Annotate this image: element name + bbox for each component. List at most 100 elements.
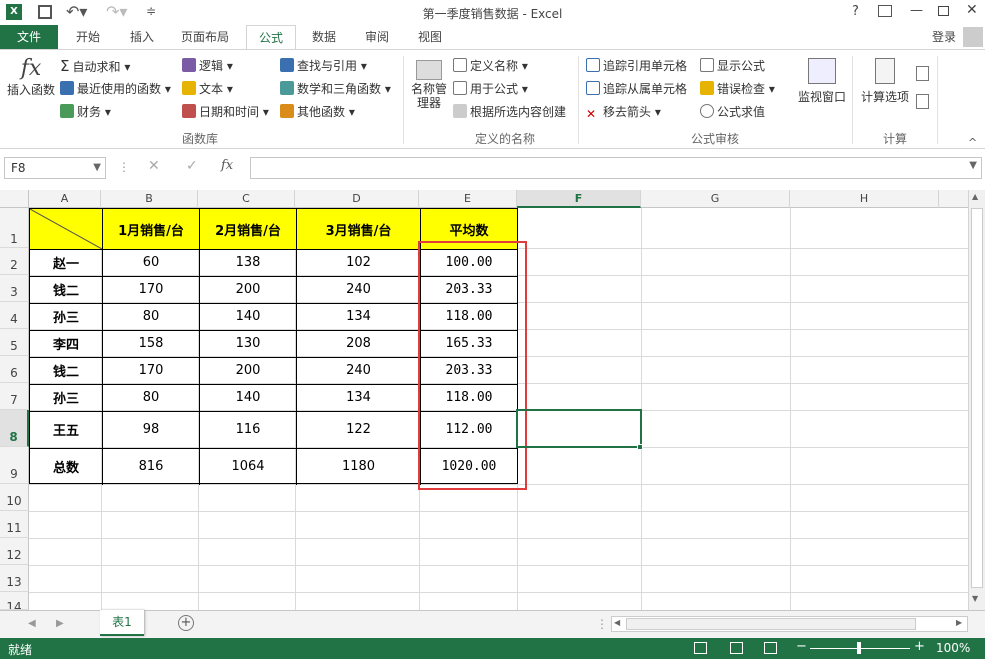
- tab-view[interactable]: 视图: [408, 25, 452, 49]
- sheet-prev-icon[interactable]: ◀: [28, 618, 36, 629]
- column-header[interactable]: H: [790, 190, 939, 208]
- sheet-next-icon[interactable]: ▶: [56, 618, 64, 629]
- table-cell[interactable]: 140: [199, 384, 296, 411]
- tab-data[interactable]: 数据: [302, 25, 346, 49]
- more-functions-button[interactable]: 其他函数 ▾: [280, 102, 355, 122]
- page-break-view-icon[interactable]: [764, 642, 777, 654]
- add-sheet-icon[interactable]: +: [178, 615, 194, 631]
- horizontal-scrollbar[interactable]: ◀ ▶: [611, 616, 968, 632]
- row-header[interactable]: 3: [0, 275, 29, 302]
- sheet-tab-active[interactable]: 表1: [100, 610, 144, 636]
- row-header[interactable]: 12: [0, 538, 29, 565]
- column-header[interactable]: D: [295, 190, 419, 208]
- remove-arrows-button[interactable]: ✕ 移去箭头 ▾: [586, 102, 661, 122]
- row-header[interactable]: 13: [0, 565, 29, 592]
- math-button[interactable]: 数学和三角函数 ▾: [280, 79, 391, 99]
- row-label-cell[interactable]: 孙三: [30, 303, 102, 330]
- row-header[interactable]: 6: [0, 356, 29, 383]
- row-header[interactable]: 7: [0, 383, 29, 410]
- table-header-cell[interactable]: 1月销售/台: [102, 209, 199, 249]
- trace-precedents-button[interactable]: 追踪引用单元格: [586, 56, 687, 76]
- tab-formulas[interactable]: 公式: [246, 25, 296, 50]
- column-header[interactable]: G: [641, 190, 790, 208]
- minimize-icon[interactable]: —: [910, 3, 923, 18]
- chevron-down-icon[interactable]: ▼: [93, 158, 101, 178]
- h-scroll-thumb[interactable]: [626, 618, 916, 630]
- autosum-button[interactable]: Σ 自动求和 ▾: [60, 56, 130, 76]
- zoom-out-icon[interactable]: −: [796, 639, 807, 654]
- table-cell[interactable]: 240: [296, 357, 420, 384]
- fill-handle[interactable]: [637, 444, 643, 450]
- table-cell[interactable]: 130: [199, 330, 296, 357]
- calculate-now-icon[interactable]: [916, 66, 929, 81]
- name-box[interactable]: F8 ▼: [4, 157, 106, 179]
- table-cell[interactable]: 140: [199, 303, 296, 330]
- evaluate-formula-button[interactable]: 公式求值: [700, 102, 765, 122]
- table-cell[interactable]: 60: [102, 249, 199, 276]
- table-cell[interactable]: 98: [102, 411, 199, 448]
- enter-icon[interactable]: ✓: [186, 158, 198, 174]
- tab-file[interactable]: 文件: [0, 25, 58, 49]
- text-button[interactable]: 文本 ▾: [182, 79, 233, 99]
- datetime-button[interactable]: 日期和时间 ▾: [182, 102, 269, 122]
- page-layout-view-icon[interactable]: [730, 642, 743, 654]
- insert-function-icon[interactable]: fx: [221, 158, 233, 173]
- normal-view-icon[interactable]: [694, 642, 707, 654]
- lookup-button[interactable]: 查找与引用 ▾: [280, 56, 367, 76]
- table-cell[interactable]: 158: [102, 330, 199, 357]
- table-cell[interactable]: 170: [102, 357, 199, 384]
- column-header[interactable]: A: [29, 190, 101, 208]
- tab-insert[interactable]: 插入: [120, 25, 164, 49]
- table-cell[interactable]: 200: [199, 357, 296, 384]
- collapse-ribbon-icon[interactable]: ^: [968, 136, 977, 149]
- tab-home[interactable]: 开始: [66, 25, 110, 49]
- table-cell[interactable]: 170: [102, 276, 199, 303]
- table-cell[interactable]: 1180: [296, 448, 420, 485]
- row-header-selected[interactable]: 8: [0, 410, 29, 447]
- formula-input[interactable]: ▼: [250, 157, 982, 179]
- expand-formula-icon[interactable]: ▼: [969, 160, 977, 171]
- row-label-cell[interactable]: 李四: [30, 330, 102, 357]
- zoom-in-icon[interactable]: +: [914, 639, 925, 654]
- row-header[interactable]: 9: [0, 447, 29, 484]
- table-cell[interactable]: 80: [102, 384, 199, 411]
- zoom-level[interactable]: 100%: [936, 641, 970, 655]
- zoom-slider-thumb[interactable]: [857, 642, 861, 654]
- save-icon[interactable]: [38, 5, 52, 19]
- selected-cell[interactable]: [516, 409, 642, 448]
- row-label-cell[interactable]: 总数: [30, 448, 102, 485]
- financial-button[interactable]: 财务 ▾: [60, 102, 111, 122]
- row-label-cell[interactable]: 钱二: [30, 276, 102, 303]
- row-label-cell[interactable]: 赵一: [30, 249, 102, 276]
- column-header[interactable]: E: [419, 190, 517, 208]
- scroll-thumb[interactable]: [971, 208, 983, 588]
- error-checking-button[interactable]: 错误检查 ▾: [700, 79, 775, 99]
- table-cell[interactable]: 80: [102, 303, 199, 330]
- scroll-up-icon[interactable]: ▲: [972, 192, 978, 201]
- row-header[interactable]: 2: [0, 248, 29, 275]
- row-header[interactable]: 14: [0, 592, 29, 610]
- scroll-left-icon[interactable]: ◀: [614, 618, 620, 627]
- calculate-sheet-icon[interactable]: [916, 94, 929, 109]
- vertical-scrollbar[interactable]: ▲ ▼: [968, 190, 985, 610]
- close-icon[interactable]: ✕: [966, 2, 978, 18]
- logical-button[interactable]: 逻辑 ▾: [182, 56, 233, 76]
- table-cell[interactable]: 102: [296, 249, 420, 276]
- column-header-selected[interactable]: F: [517, 190, 641, 208]
- table-cell[interactable]: 116: [199, 411, 296, 448]
- insert-function-button[interactable]: fx 插入函数: [6, 56, 56, 98]
- login-link[interactable]: 登录: [926, 25, 962, 49]
- qat-customize-icon[interactable]: ≑: [146, 4, 156, 18]
- define-name-button[interactable]: 定义名称 ▾: [453, 56, 528, 76]
- table-cell[interactable]: 138: [199, 249, 296, 276]
- table-header-cell[interactable]: 2月销售/台: [199, 209, 296, 249]
- table-cell[interactable]: 208: [296, 330, 420, 357]
- select-all-corner[interactable]: [0, 190, 29, 208]
- table-cell[interactable]: 134: [296, 384, 420, 411]
- row-header[interactable]: 4: [0, 302, 29, 329]
- trace-dependents-button[interactable]: 追踪从属单元格: [586, 79, 687, 99]
- calculation-options-button[interactable]: 计算选项: [858, 58, 912, 105]
- row-header[interactable]: 1: [0, 208, 29, 248]
- column-header[interactable]: C: [198, 190, 295, 208]
- table-cell[interactable]: 122: [296, 411, 420, 448]
